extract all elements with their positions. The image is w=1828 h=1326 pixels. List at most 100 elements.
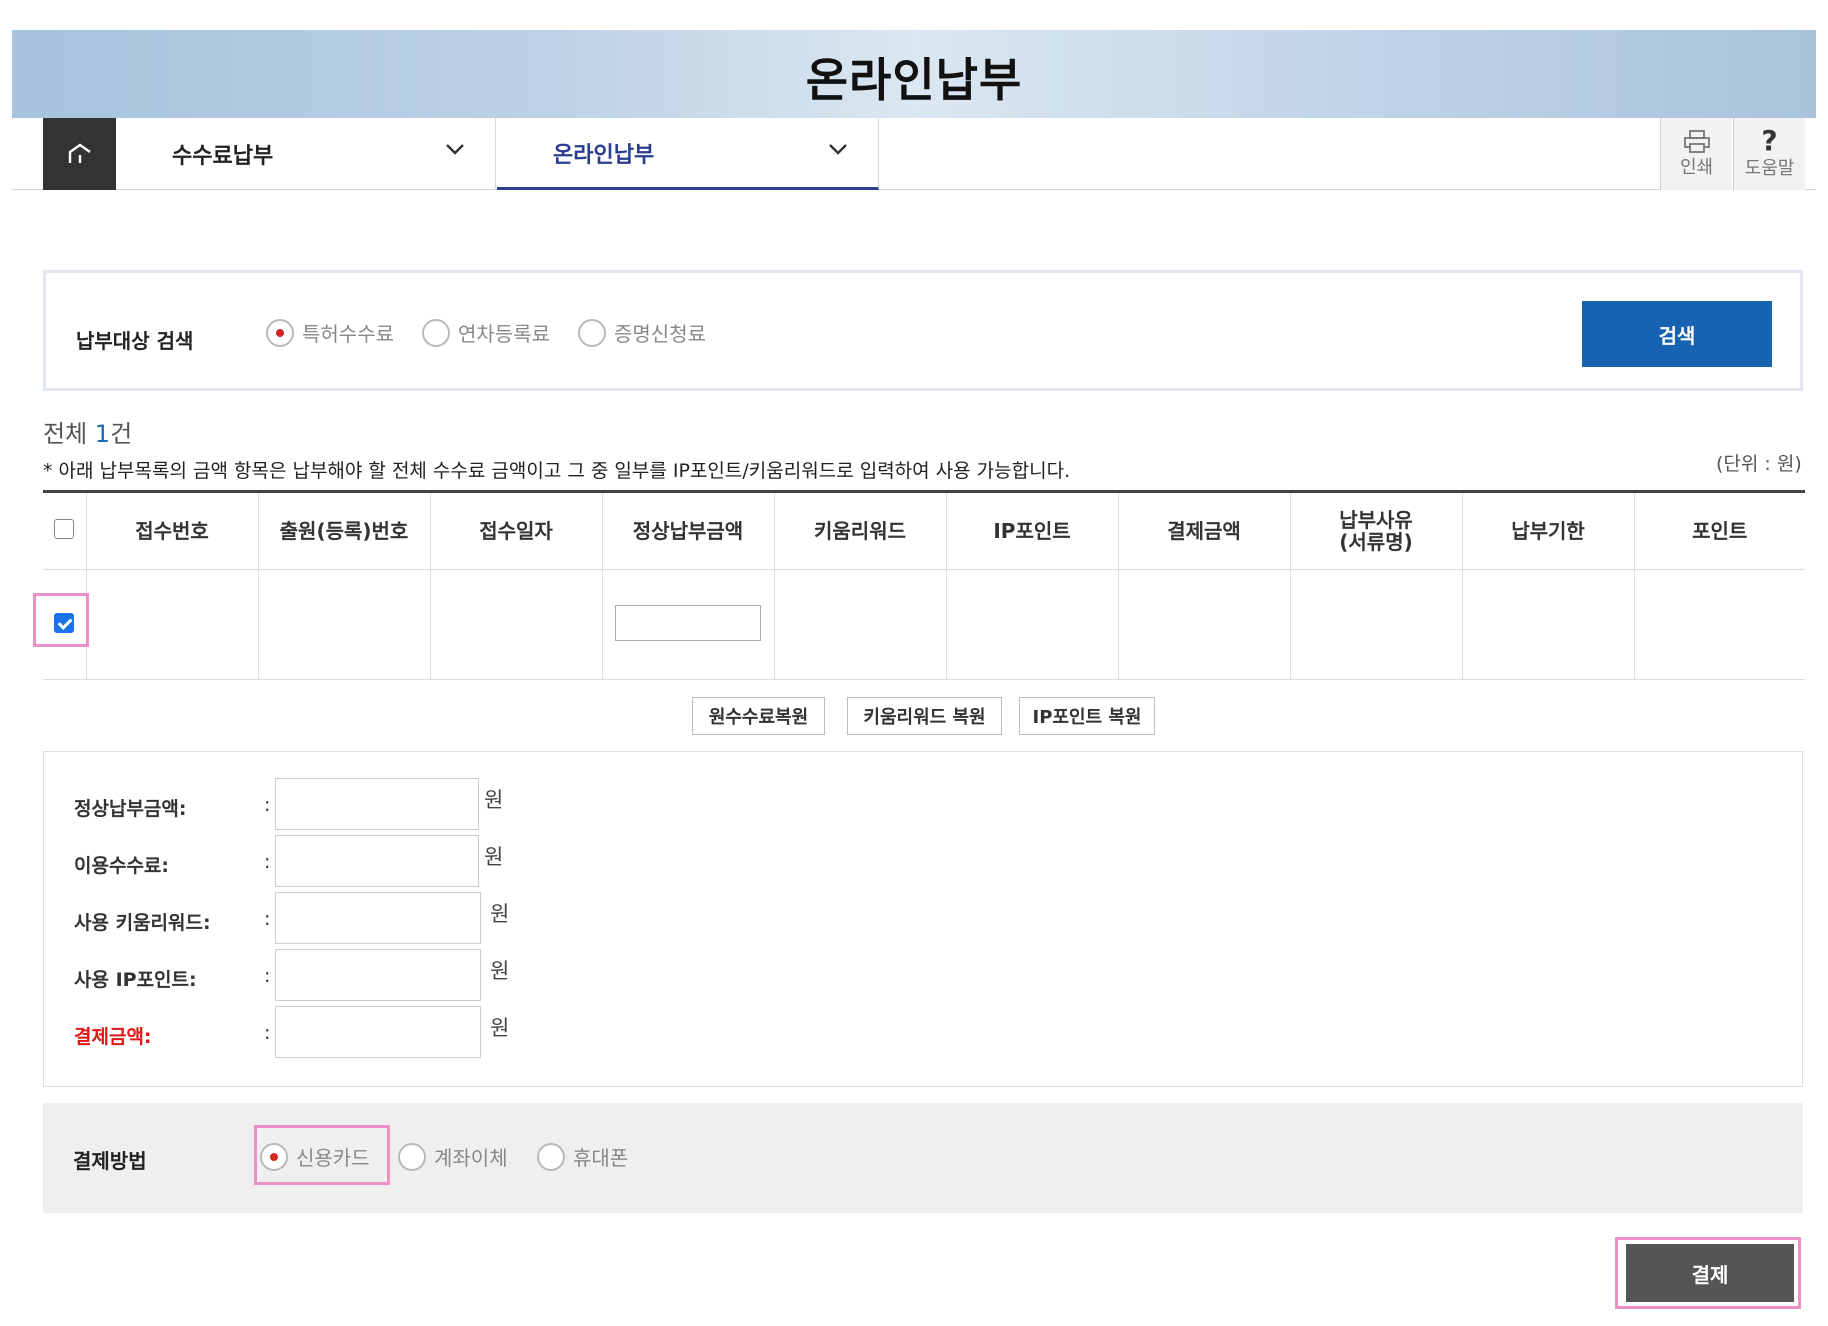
radio-certificate-fee[interactable]: 증명신청료 xyxy=(578,318,706,347)
header-cell: 정상납부금액 xyxy=(602,490,775,570)
total-number: 1 xyxy=(94,420,111,448)
checkbox-highlight xyxy=(33,593,89,647)
summary-colon: : xyxy=(264,1022,271,1044)
payment-amount-field[interactable] xyxy=(275,1006,481,1058)
summary-row-usage-fee: 이용수수료: : 원 xyxy=(44,835,744,887)
summary-unit: 원 xyxy=(484,845,504,869)
header-cell-reason: 납부사유 (서류명) xyxy=(1290,490,1463,570)
header-cell: 결제금액 xyxy=(1118,490,1291,570)
restore-kium-reward-button[interactable]: 키움리워드 복원 xyxy=(847,697,1002,735)
summary-row-payment-amount: 결제금액: : 원 xyxy=(44,1006,744,1058)
header-cell: 납부기한 xyxy=(1462,490,1635,570)
nav-menu-online-payment[interactable]: 온라인납부 xyxy=(497,118,879,190)
payment-summary-panel: 정상납부금액: : 원 이용수수료: : 원 사용 키움리워드: : 원 사용 … xyxy=(43,751,1803,1087)
cell-receipt-date xyxy=(430,569,603,680)
print-button[interactable]: 인쇄 xyxy=(1660,118,1732,190)
radio-bank-transfer[interactable]: 계좌이체 xyxy=(398,1142,508,1171)
summary-row-ip-point: 사용 IP포인트: : 원 xyxy=(44,949,744,1001)
chevron-down-icon xyxy=(446,144,464,155)
radio-label: 증명신청료 xyxy=(614,322,706,346)
summary-row-normal-amount: 정상납부금액: : 원 xyxy=(44,778,744,830)
radio-selected-dot xyxy=(276,328,284,337)
summary-row-kium-reward: 사용 키움리워드: : 원 xyxy=(44,892,744,944)
radio-annual-fee[interactable]: 연차등록료 xyxy=(422,318,550,347)
cell-receipt-number xyxy=(86,569,259,680)
header-line: 납부사유 xyxy=(1339,508,1413,532)
printer-icon xyxy=(1683,130,1710,153)
restore-ip-point-button[interactable]: IP포인트 복원 xyxy=(1019,697,1155,735)
nav-menu-label: 수수료납부 xyxy=(172,144,274,169)
cell-ip-point xyxy=(946,569,1119,680)
help-button[interactable]: ? 도움말 xyxy=(1733,118,1805,190)
chevron-down-icon xyxy=(829,144,847,155)
home-icon xyxy=(68,143,91,163)
summary-colon: : xyxy=(264,794,271,816)
header-cell: 출원(등록)번호 xyxy=(258,490,431,570)
header-cell: 접수일자 xyxy=(430,490,603,570)
radio-button[interactable] xyxy=(537,1142,565,1171)
summary-unit: 원 xyxy=(490,959,510,983)
radio-button[interactable] xyxy=(398,1142,426,1171)
payment-list-table: 접수번호 출원(등록)번호 접수일자 정상납부금액 키움리워드 IP포인트 결제… xyxy=(43,490,1805,680)
summary-unit: 원 xyxy=(490,1016,510,1040)
usage-fee-field[interactable] xyxy=(275,835,479,887)
nav-menu-label: 온라인납부 xyxy=(553,142,655,168)
header-cell: 접수번호 xyxy=(86,490,259,570)
normal-amount-field[interactable] xyxy=(275,778,479,830)
search-target-label: 납부대상 검색 xyxy=(76,329,194,353)
header-cell: IP포인트 xyxy=(946,490,1119,570)
radio-label: 특허수수료 xyxy=(302,322,394,346)
pay-button-highlight xyxy=(1615,1237,1801,1309)
summary-label: 이용수수료: xyxy=(74,855,169,877)
page-title: 온라인납부 xyxy=(805,53,1023,107)
radio-patent-fee[interactable]: 특허수수료 xyxy=(266,318,394,347)
total-suffix: 건 xyxy=(110,420,133,448)
cell-payment-amount xyxy=(1118,569,1291,680)
question-icon: ? xyxy=(1761,124,1778,157)
restore-original-fee-button[interactable]: 원수수료복원 xyxy=(692,697,825,735)
summary-unit: 원 xyxy=(490,902,510,926)
search-panel: 납부대상 검색 특허수수료 연차등록료 증명신청료 검색 xyxy=(43,270,1803,391)
print-label: 인쇄 xyxy=(1679,157,1714,178)
summary-unit: 원 xyxy=(484,788,504,812)
cell-payment-reason xyxy=(1290,569,1463,680)
radio-label: 휴대폰 xyxy=(573,1146,629,1170)
cell-kium-reward xyxy=(774,569,947,680)
radio-mobile-phone[interactable]: 휴대폰 xyxy=(537,1142,628,1171)
table-row xyxy=(43,569,1805,680)
summary-label-required: 결제금액: xyxy=(74,1026,152,1048)
header-cell: 키움리워드 xyxy=(774,490,947,570)
home-button[interactable] xyxy=(43,118,116,190)
summary-label: 정상납부금액: xyxy=(74,798,187,820)
radio-label: 계좌이체 xyxy=(434,1146,508,1170)
cell-point xyxy=(1634,569,1805,680)
summary-colon: : xyxy=(264,851,271,873)
navigation-bar: 수수료납부 온라인납부 인쇄 ? 도움말 xyxy=(12,118,1816,190)
notice-text: * 아래 납부목록의 금액 항목은 납부해야 할 전체 수수료 금액이고 그 중… xyxy=(43,460,1071,482)
total-prefix: 전체 xyxy=(43,420,95,448)
ip-point-field[interactable] xyxy=(275,949,481,1001)
select-all-checkbox[interactable] xyxy=(54,519,75,539)
summary-colon: : xyxy=(264,908,271,930)
table-header-row: 접수번호 출원(등록)번호 접수일자 정상납부금액 키움리워드 IP포인트 결제… xyxy=(43,490,1805,570)
radio-button[interactable] xyxy=(266,318,294,347)
radio-button[interactable] xyxy=(422,318,450,347)
kium-reward-field[interactable] xyxy=(275,892,481,944)
payment-method-label: 결제방법 xyxy=(73,1149,147,1173)
summary-label: 사용 IP포인트: xyxy=(74,969,197,991)
cell-due-date xyxy=(1462,569,1635,680)
cell-application-number xyxy=(258,569,431,680)
header-cell: 포인트 xyxy=(1634,490,1805,570)
header-line: (서류명) xyxy=(1339,530,1413,554)
unit-label: (단위 : 원) xyxy=(1716,453,1802,475)
search-button[interactable]: 검색 xyxy=(1582,301,1772,367)
summary-colon: : xyxy=(264,965,271,987)
radio-button[interactable] xyxy=(578,318,606,347)
normal-amount-input[interactable] xyxy=(615,604,761,641)
header-select-all xyxy=(43,490,87,570)
total-count: 전체 1건 xyxy=(43,414,132,449)
nav-menu-fee-payment[interactable]: 수수료납부 xyxy=(116,118,496,190)
radio-label: 연차등록료 xyxy=(458,322,550,346)
help-label: 도움말 xyxy=(1744,158,1795,179)
credit-card-highlight xyxy=(254,1125,390,1185)
